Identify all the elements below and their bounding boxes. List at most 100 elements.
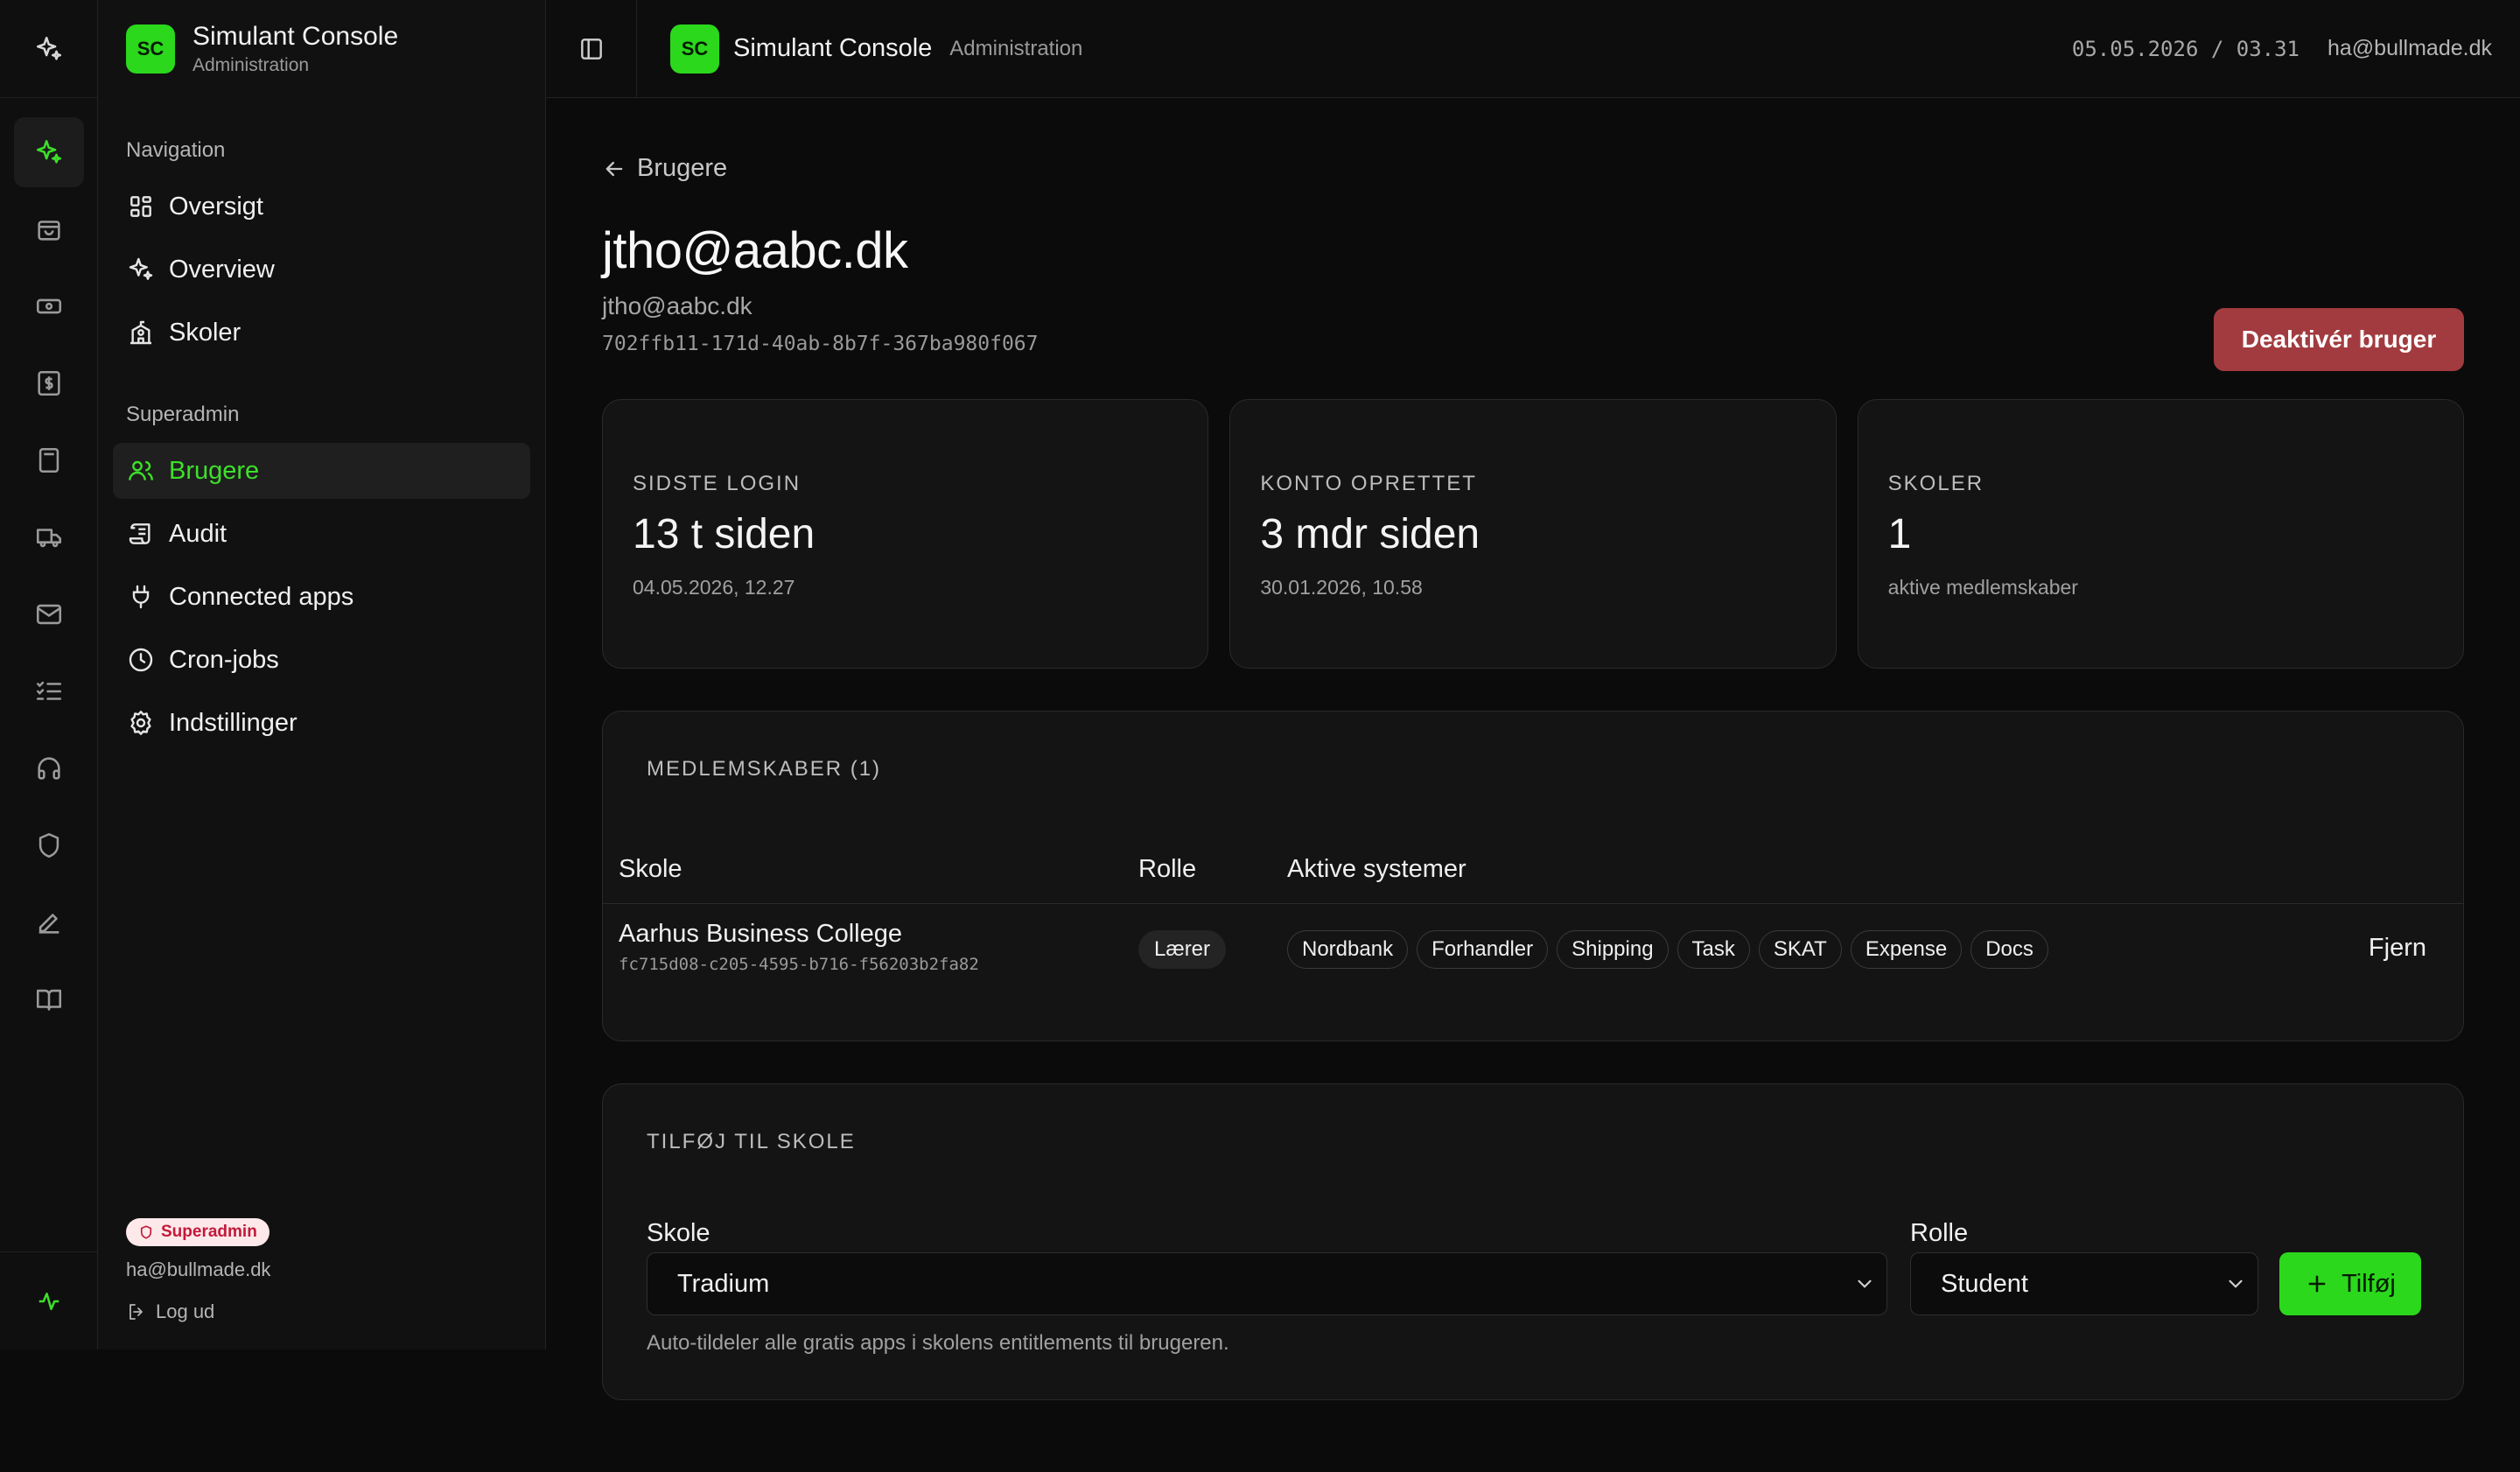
main-content: Brugere jtho@aabc.dk jtho@aabc.dk 702ffb… (602, 98, 2464, 1400)
deactivate-user-button[interactable]: Deaktivér bruger (2214, 308, 2464, 371)
system-badge: Expense (1850, 930, 1963, 969)
school-select-value: Tradium (677, 1269, 770, 1298)
stats-row: SIDSTE LOGIN 13 t siden 04.05.2026, 12.2… (602, 399, 2464, 669)
app-logo: SC (670, 24, 719, 74)
app-subtitle: Administration (192, 55, 310, 75)
sidebar-item-cron-jobs[interactable]: Cron-jobs (113, 632, 530, 688)
admin-section-label: Superadmin (126, 403, 240, 426)
role-select-value: Student (1941, 1269, 2028, 1298)
add-button-label: Tilføj (2342, 1269, 2396, 1298)
add-to-school-hint: Auto-tildeler alle gratis apps i skolens… (647, 1331, 1229, 1355)
book-icon (36, 989, 61, 1011)
user-email: jtho@aabc.dk (602, 292, 752, 319)
system-badge: Docs (1970, 930, 2048, 969)
calculator-icon (38, 447, 59, 473)
headphones-icon (37, 757, 60, 780)
rail-shopping[interactable] (14, 194, 84, 264)
stat-label: SIDSTE LOGIN (633, 472, 802, 495)
remove-membership-button[interactable]: Fjern (2369, 934, 2426, 963)
sidebar-item-oversigt[interactable]: Oversigt (113, 179, 530, 235)
rail-truck[interactable] (14, 502, 84, 572)
rail-checklist[interactable] (14, 656, 84, 726)
user-id: 702ffb11-171d-40ab-8b7f-367ba980f067 (602, 333, 1039, 355)
shield-icon (140, 1225, 152, 1239)
top-brand[interactable]: SC Simulant Console Administration (637, 24, 1083, 74)
back-link[interactable]: Brugere (602, 154, 2464, 183)
page-title: jtho@aabc.dk (602, 222, 908, 279)
rail-pen[interactable] (14, 887, 84, 957)
table-row: Aarhus Business College fc715d08-c205-45… (603, 904, 2463, 995)
rail-banknote[interactable] (14, 271, 84, 341)
sidebar-toggle-button[interactable] (546, 0, 637, 98)
system-badge: Forhandler (1417, 930, 1549, 969)
rail-calculator[interactable] (14, 425, 84, 495)
column-header-role: Rolle (1138, 855, 1197, 883)
back-link-label: Brugere (637, 154, 728, 182)
memberships-card: MEDLEMSKABER (1) Skole Rolle Aktive syst… (602, 711, 2464, 1041)
truck-icon (36, 529, 61, 548)
school-select[interactable]: Tradium (647, 1252, 1887, 1315)
system-badge: Task (1676, 930, 1750, 969)
nav-section-label: Navigation (126, 138, 226, 162)
sidebar-item-label: Indstillinger (169, 708, 298, 737)
memberships-table-header: Skole Rolle Aktive systemer (603, 855, 2463, 904)
rail-shield[interactable] (14, 810, 84, 880)
rail-book[interactable] (14, 964, 84, 1034)
sidebar-item-indstillinger[interactable]: Indstillinger (113, 695, 530, 751)
top-user-email: ha@bullmade.dk (2328, 36, 2492, 60)
sidebar-item-connected-apps[interactable]: Connected apps (113, 569, 530, 625)
stat-card-account-created: KONTO OPRETTET 3 mdr siden 30.01.2026, 1… (1229, 399, 1837, 669)
plus-icon (2308, 1275, 2326, 1293)
logout-label: Log ud (156, 1300, 215, 1322)
rail-headphones[interactable] (14, 733, 84, 803)
rail-home[interactable] (0, 0, 97, 98)
stat-sub: 04.05.2026, 12.27 (633, 576, 795, 599)
sidebar-item-brugere[interactable]: Brugere (113, 443, 530, 499)
top-app-subtitle: Administration (949, 36, 1083, 60)
users-icon (129, 460, 153, 480)
role-select[interactable]: Student (1910, 1252, 2258, 1315)
logout-button[interactable]: Log ud (126, 1300, 270, 1323)
role-field-label: Rolle (1910, 1219, 1969, 1247)
current-user-email: ha@bullmade.dk (126, 1258, 271, 1280)
sidebar-item-audit[interactable]: Audit (113, 506, 530, 562)
stat-value: 1 (1887, 511, 1912, 557)
rail-status[interactable] (0, 1251, 97, 1349)
sparkles-icon (129, 257, 153, 280)
column-header-school: Skole (619, 855, 682, 883)
add-to-school-button[interactable]: Tilføj (2279, 1252, 2421, 1315)
chevron-down-icon (2229, 1279, 2243, 1288)
sidebar-item-label: Brugere (169, 456, 260, 485)
dollar-icon (37, 370, 60, 396)
school-field-label: Skole (647, 1219, 710, 1247)
sidebar-item-skoler[interactable]: Skoler (113, 305, 530, 361)
sidebar-item-label: Audit (169, 519, 228, 548)
sidebar: SC Simulant Console Administration Navig… (98, 0, 546, 1349)
rail-mail[interactable] (14, 579, 84, 649)
system-badge: Nordbank (1287, 930, 1409, 969)
system-badge: Shipping (1557, 930, 1669, 969)
rail-dollar[interactable] (14, 348, 84, 418)
add-to-school-card: TILFØJ TIL SKOLE Skole Tradium Rolle Stu… (602, 1083, 2464, 1400)
add-to-school-title: TILFØJ TIL SKOLE (647, 1130, 856, 1153)
shopping-bag-icon (37, 221, 60, 241)
stat-card-schools: SKOLER 1 aktive medlemskaber (1857, 399, 2464, 669)
sparkles-icon (36, 139, 61, 164)
sidebar-brand[interactable]: SC Simulant Console Administration (98, 0, 545, 98)
current-datetime: 05.05.2026 / 03.31 (2071, 36, 2300, 61)
sparkles-icon (36, 36, 61, 60)
role-badge: Lærer (1138, 930, 1227, 969)
stat-value: 3 mdr siden (1260, 511, 1480, 557)
top-bar: SC Simulant Console Administration 05.05… (546, 0, 2520, 98)
sidebar-item-overview[interactable]: Overview (113, 242, 530, 298)
membership-school-name[interactable]: Aarhus Business College (619, 920, 902, 949)
banknote-icon (36, 298, 61, 314)
sidebar-item-label: Skoler (169, 318, 242, 347)
clock-icon (129, 648, 153, 672)
activity-icon (38, 1292, 59, 1310)
superadmin-badge: Superadmin (126, 1218, 270, 1246)
grid-icon (130, 196, 151, 217)
arrow-left-icon (606, 161, 623, 176)
rail-sparkles[interactable] (13, 117, 84, 187)
pen-icon (38, 914, 59, 934)
